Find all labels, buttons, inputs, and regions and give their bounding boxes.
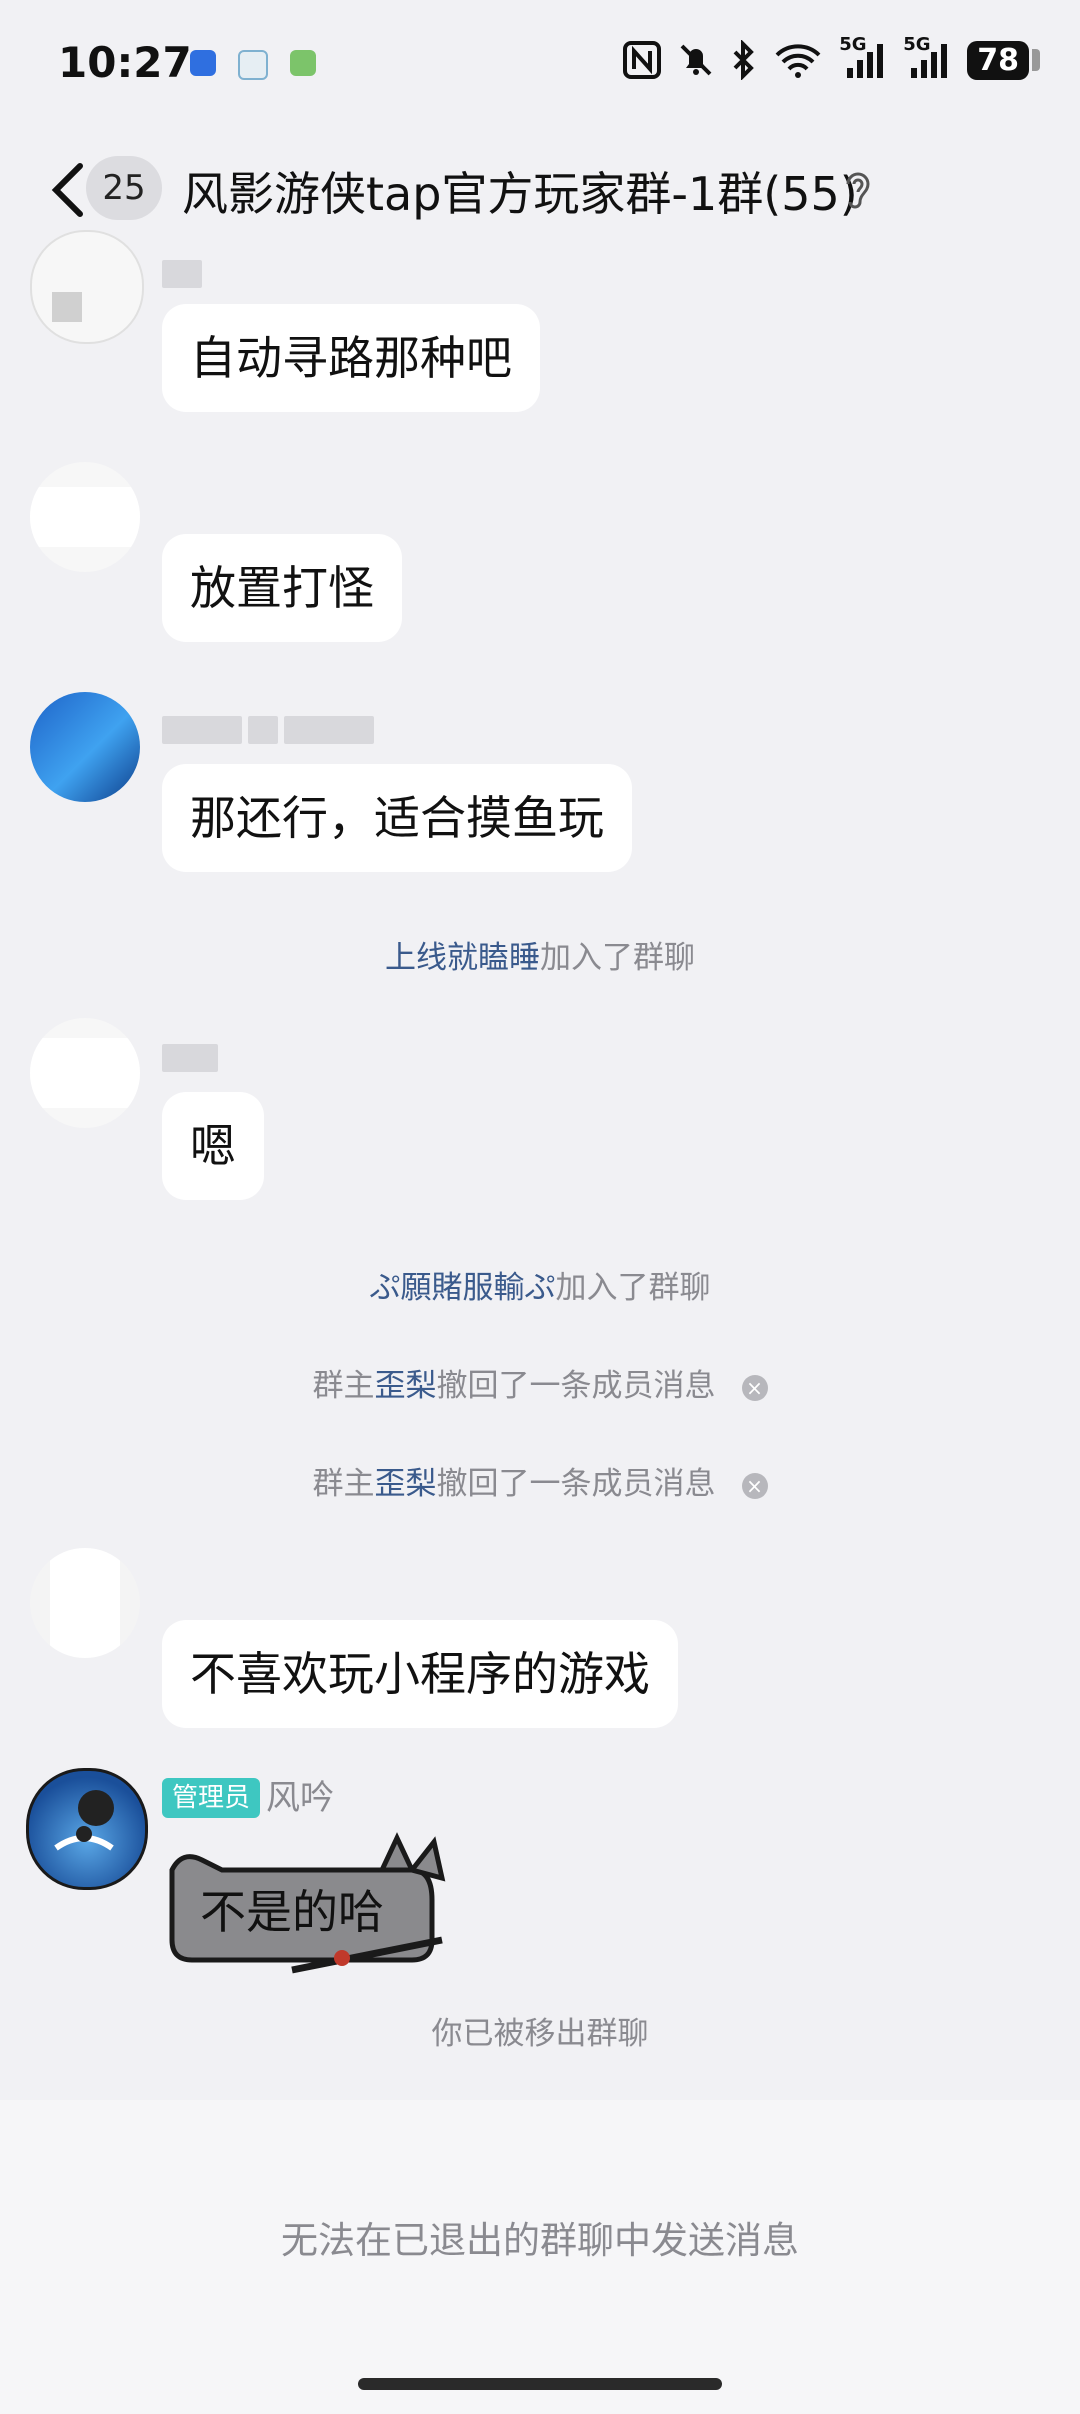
game-notification-icon [290,50,316,76]
notification-icons [190,50,316,80]
system-message: ぷ願賭服輸ぷ加入了群聊 [369,1270,711,1306]
home-indicator[interactable] [358,2378,722,2390]
avatar[interactable] [30,1018,140,1128]
app-notification-icon [190,50,216,76]
signal-2-icon: 5G [903,34,951,80]
signal-1-icon: 5G [839,34,887,80]
admin-role-tag: 管理员 [162,1778,261,1818]
battery-level: 78 [967,40,1029,80]
message-bubble[interactable]: 那还行，适合摸鱼玩 [162,764,632,872]
nfc-icon [623,41,662,79]
avatar[interactable] [30,692,140,802]
removed-notice: 你已被移出群聊 [431,2016,649,2052]
message-bubble[interactable]: 放置打怪 [162,534,402,642]
system-message: 上线就瞌睡加入了群聊 [385,940,695,976]
joined-user-name[interactable]: 上线就瞌睡 [385,940,540,976]
message-bubble[interactable]: 嗯 [162,1092,264,1200]
close-icon[interactable]: × [741,1472,768,1499]
battery-icon: 78 [967,40,1040,80]
status-time: 10:27 [58,38,192,87]
avatar-decoration-icon [54,1790,114,1851]
sticker-caption: 不是的哈 [200,1885,384,1939]
status-bar: 10:27 5G 5G 78 [0,0,1080,130]
wifi-icon [775,44,821,78]
avatar[interactable] [30,230,144,344]
avatar[interactable] [30,1548,140,1658]
sender-name-blurred [162,716,380,746]
sender-name-blurred [162,260,208,290]
chat-title[interactable]: 风影游侠tap官方玩家群-1群(55) [182,158,858,224]
mute-bell-icon [680,44,712,76]
avatar[interactable] [30,462,140,572]
sender-name-blurred [162,1044,224,1074]
cannot-send-notice: 无法在已退出的群聊中发送消息 [281,2219,799,2262]
owner-name[interactable]: 歪梨 [375,1368,437,1404]
message-bubble[interactable]: 自动寻路那种吧 [162,304,540,412]
joined-user-name[interactable]: ぷ願賭服輸ぷ [370,1270,556,1306]
sender-name[interactable]: 风吟 [266,1778,334,1818]
revoke-notice: 群主歪梨撤回了一条成员消息 × [0,1458,1080,1503]
close-icon[interactable]: × [741,1374,768,1401]
status-icons: 5G 5G 78 [623,34,1040,80]
owner-name[interactable]: 歪梨 [375,1466,437,1502]
message-bubble[interactable]: 不喜欢玩小程序的游戏 [162,1620,678,1728]
revoke-notice: 群主歪梨撤回了一条成员消息 × [0,1360,1080,1405]
bluetooth-icon [733,40,755,80]
cloud-notification-icon [238,50,268,80]
admin-avatar[interactable] [26,1768,148,1890]
earpiece-mode-icon[interactable] [840,168,874,212]
unread-count-badge[interactable]: 25 [86,156,162,220]
